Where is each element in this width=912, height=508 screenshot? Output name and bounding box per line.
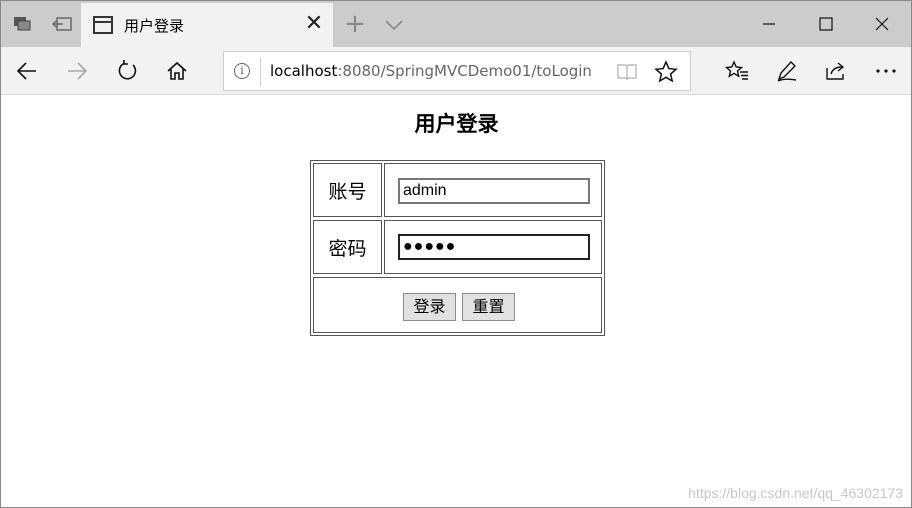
- more-icon[interactable]: [866, 51, 906, 91]
- reset-button[interactable]: 重置: [462, 293, 515, 321]
- forward-arrow-icon[interactable]: [57, 51, 97, 91]
- password-input[interactable]: ●●●●●: [398, 234, 590, 260]
- close-window-icon[interactable]: [853, 1, 911, 47]
- url-text[interactable]: localhost:8080/SpringMVCDemo01/toLogin: [270, 62, 592, 80]
- password-cell: ●●●●●: [384, 220, 602, 274]
- maximize-icon[interactable]: [797, 1, 855, 47]
- navigation-toolbar: i localhost:8080/SpringMVCDemo01/toLogin: [1, 47, 911, 95]
- minimize-icon[interactable]: [740, 1, 798, 47]
- login-button[interactable]: 登录: [403, 293, 456, 321]
- url-host: localhost: [270, 62, 338, 80]
- login-form-table: 账号 admin 密码 ●●●●● 登录 重置: [310, 160, 605, 336]
- close-icon[interactable]: ✕: [303, 13, 325, 37]
- reading-view-icon[interactable]: [616, 62, 638, 82]
- tab-preview-icon[interactable]: [3, 1, 41, 47]
- page-content: 用户登录 账号 admin 密码 ●●●●● 登录 重置 https://blo…: [2, 96, 911, 507]
- account-cell: admin: [384, 163, 602, 217]
- home-icon[interactable]: [157, 51, 197, 91]
- tab-title: 用户登录: [124, 17, 185, 35]
- info-icon[interactable]: i: [234, 63, 250, 79]
- url-path: :8080/SpringMVCDemo01/toLogin: [337, 62, 592, 80]
- watermark-text: https://blog.csdn.net/qq_46302173: [688, 485, 903, 501]
- address-separator: [260, 58, 261, 86]
- share-icon[interactable]: [816, 51, 856, 91]
- account-label: 账号: [313, 163, 382, 217]
- favorites-icon[interactable]: [717, 51, 757, 91]
- back-arrow-icon[interactable]: [7, 51, 47, 91]
- account-input[interactable]: admin: [398, 178, 590, 204]
- page-title: 用户登录: [414, 112, 499, 136]
- browser-window: 用户登录 ✕ + i localhost:8080/SpringMVCDemo0…: [0, 0, 912, 508]
- button-cell: 登录 重置: [313, 277, 602, 333]
- chevron-down-icon[interactable]: [381, 9, 407, 39]
- tab-icon: [93, 16, 113, 34]
- pen-icon[interactable]: [767, 51, 807, 91]
- refresh-icon[interactable]: [107, 51, 147, 91]
- set-aside-tabs-icon[interactable]: [43, 1, 81, 47]
- password-label: 密码: [313, 220, 382, 274]
- tab-bar: 用户登录 ✕ +: [1, 1, 911, 47]
- tab-active[interactable]: 用户登录 ✕: [81, 3, 333, 47]
- star-icon[interactable]: [654, 60, 678, 84]
- plus-icon[interactable]: +: [341, 9, 369, 39]
- address-bar[interactable]: i localhost:8080/SpringMVCDemo01/toLogin: [223, 51, 691, 91]
